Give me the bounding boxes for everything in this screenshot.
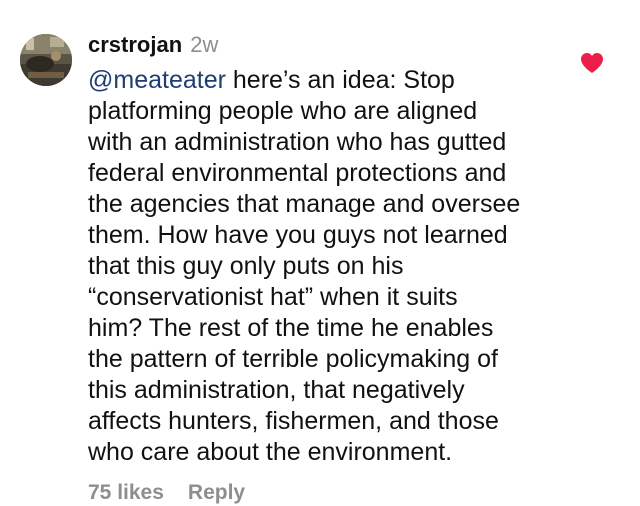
comment-line: them. How have you guys not learned (88, 221, 508, 249)
comment-header: crstrojan 2w (88, 31, 568, 59)
comment-text-start: here’s an idea: Stop (225, 66, 455, 94)
comment-line: him? The rest of the time he enables (88, 314, 494, 342)
comment-line: “conservationist hat” when it suits (88, 283, 458, 311)
comment-line: @meateater here’s an idea: Stop (88, 65, 568, 96)
mention-link[interactable]: @meateater (88, 66, 226, 94)
comment-line: the pattern of terrible policymaking of (88, 345, 498, 373)
comment-line: federal environmental protections and (88, 159, 507, 187)
comment-line: the agencies that manage and oversee (88, 190, 521, 218)
likes-count[interactable]: 75 likes (88, 481, 164, 504)
comment-line: with an administration who has gutted (88, 128, 507, 156)
comment-line: platforming people who are aligned (88, 97, 478, 125)
reply-button[interactable]: Reply (188, 481, 245, 504)
comment-text: @meateater here’s an idea: Stop platform… (88, 65, 568, 468)
heart-icon-shape (581, 53, 603, 73)
avatar[interactable] (20, 34, 72, 86)
comment: crstrojan 2w @meateater here’s an idea: … (0, 0, 640, 506)
comment-line: affects hunters, fishermen, and those (88, 407, 499, 435)
comment-line: that this guy only puts on his (88, 252, 404, 280)
comment-line: this administration, that negatively (88, 376, 465, 404)
comment-body: crstrojan 2w @meateater here’s an idea: … (88, 31, 568, 468)
heart-icon[interactable] (580, 52, 604, 74)
avatar-image (20, 34, 72, 86)
timestamp: 2w (190, 32, 219, 57)
comment-line: who care about the environment. (88, 438, 453, 466)
username-link[interactable]: crstrojan (88, 32, 182, 57)
comment-actions: 75 likes Reply (88, 480, 245, 506)
